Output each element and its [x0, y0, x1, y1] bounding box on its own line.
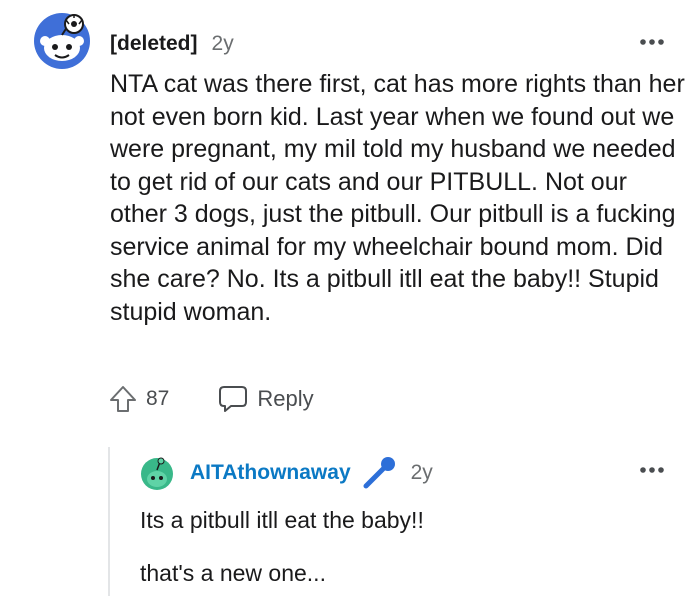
comment-meta: [deleted] 2y — [110, 30, 234, 58]
ellipsis-icon[interactable] — [639, 38, 665, 46]
upvote-arrow-icon — [110, 386, 136, 412]
reply-button[interactable]: Reply — [217, 384, 314, 414]
reply-body: Its a pitbull itll eat the baby!! that's… — [140, 505, 680, 588]
ellipsis-icon[interactable] — [639, 466, 665, 474]
comment-body: NTA cat was there first, cat has more ri… — [110, 70, 685, 326]
thread-line[interactable] — [108, 447, 110, 596]
snoo-avatar-icon[interactable] — [33, 12, 91, 70]
speech-bubble-icon — [219, 386, 248, 412]
comment-age: 2y — [211, 32, 234, 55]
reply-paragraph: Its a pitbull itll eat the baby!! — [140, 507, 424, 533]
microphone-icon — [363, 457, 395, 489]
snoo-avatar-icon[interactable] — [140, 455, 174, 491]
reply-paragraph: that's a new one... — [140, 560, 326, 586]
reply-meta: AITAthownaway 2y — [190, 457, 433, 489]
upvote-button[interactable]: 87 — [108, 384, 169, 414]
reply-label: Reply — [257, 386, 314, 411]
upvote-count: 87 — [146, 387, 170, 410]
reply-age: 2y — [410, 461, 433, 484]
reply-author[interactable]: AITAthownaway — [190, 461, 351, 485]
comment-actions: 87 Reply — [108, 381, 314, 417]
comment-author[interactable]: [deleted] — [110, 32, 198, 56]
comment-thread: [deleted] 2y NTA cat was there first, ca… — [0, 0, 700, 596]
